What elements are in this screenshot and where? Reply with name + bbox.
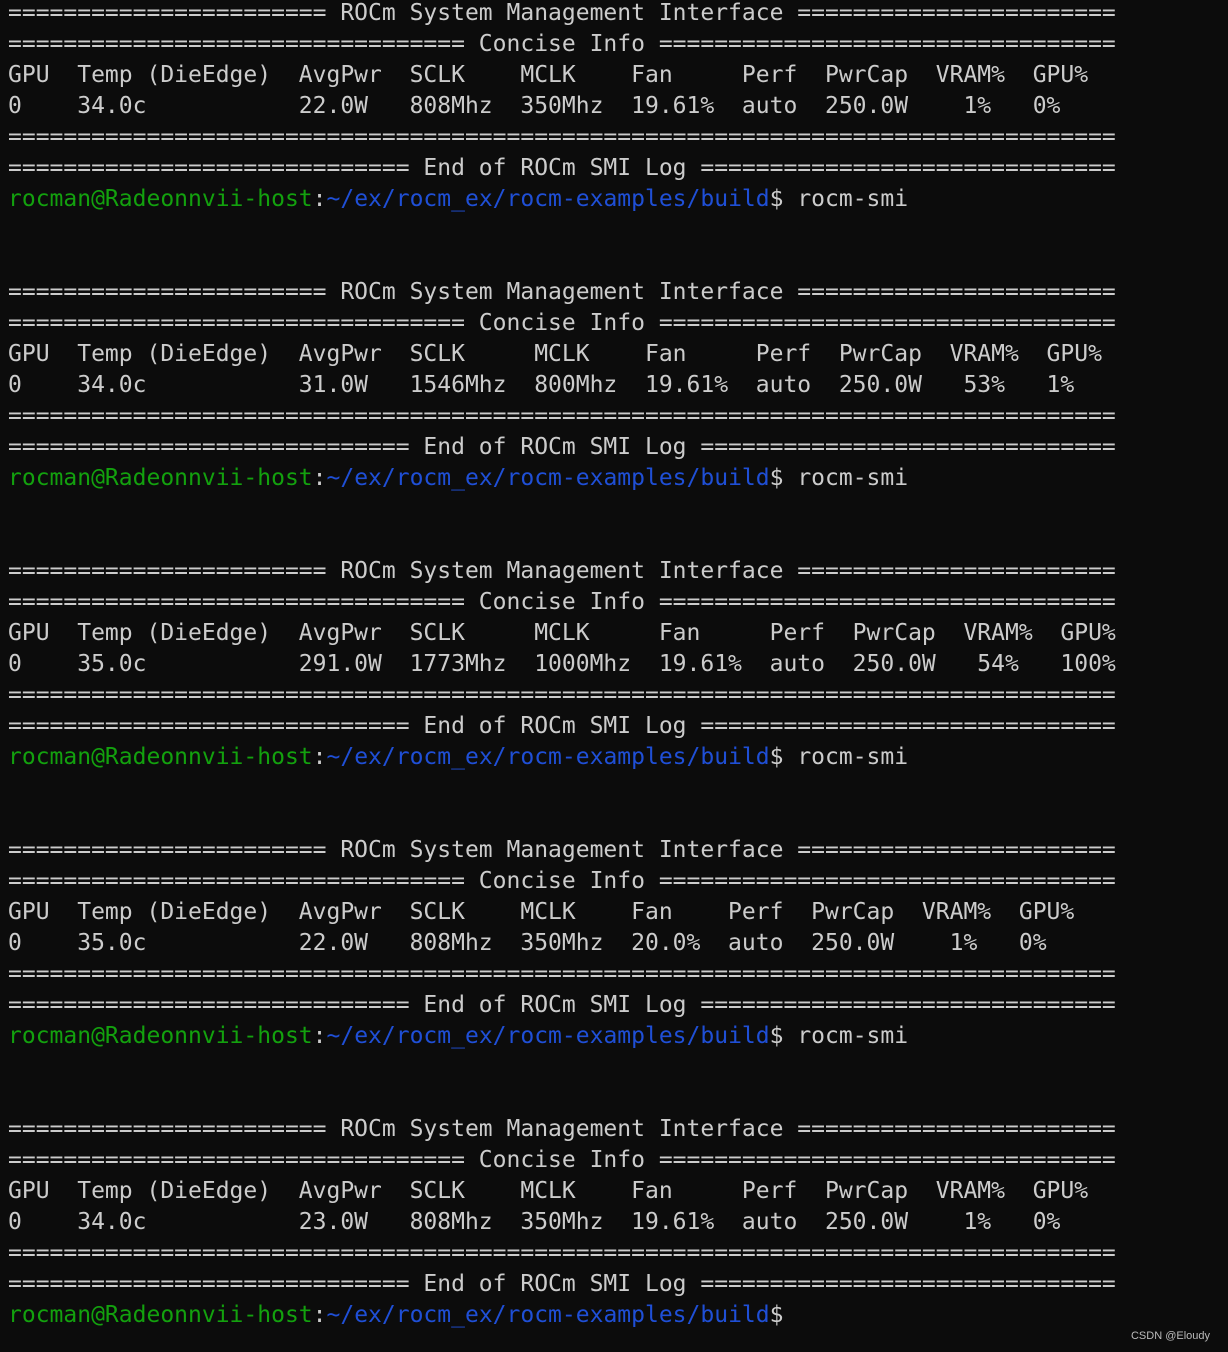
concise-info-line: ================================= Concis… <box>8 589 1116 615</box>
separator-line: ========================================… <box>8 682 1116 708</box>
shell-prompt-line: rocman@Radeonnvii-host:~/ex/rocm_ex/rocm… <box>8 463 1228 494</box>
concise-info-line: ================================= Concis… <box>8 868 1116 894</box>
prompt-path: ~/ex/rocm_ex/rocm-examples/build <box>326 1023 770 1049</box>
smi-header-line: ======================= ROCm System Mana… <box>8 0 1116 26</box>
shell-prompt-line: rocman@Radeonnvii-host:~/ex/rocm_ex/rocm… <box>8 1300 1228 1331</box>
prompt-path: ~/ex/rocm_ex/rocm-examples/build <box>326 744 770 770</box>
smi-header-line: ======================= ROCm System Mana… <box>8 837 1116 863</box>
prompt-dollar: $ <box>769 744 784 770</box>
shell-prompt-line: rocman@Radeonnvii-host:~/ex/rocm_ex/rocm… <box>8 742 1228 773</box>
table-header-row: GPU Temp (DieEdge) AvgPwr SCLK MCLK Fan … <box>8 62 1089 88</box>
command-text: rocm-smi <box>783 744 909 770</box>
smi-footer-line: ============================= End of ROC… <box>8 1271 1116 1297</box>
prompt-dollar: $ <box>769 186 784 212</box>
table-header-row: GPU Temp (DieEdge) AvgPwr SCLK MCLK Fan … <box>8 620 1116 646</box>
prompt-dollar: $ <box>769 1302 784 1328</box>
table-row: 0 34.0c 22.0W 808Mhz 350Mhz 19.61% auto … <box>8 93 1061 119</box>
concise-info-line: ================================= Concis… <box>8 1147 1116 1173</box>
prompt-colon: : <box>312 186 327 212</box>
command-text: rocm-smi <box>783 465 909 491</box>
prompt-user-host: rocman@Radeonnvii-host <box>8 186 313 212</box>
smi-footer-line: ============================= End of ROC… <box>8 992 1116 1018</box>
separator-line: ========================================… <box>8 961 1116 987</box>
table-row: 0 35.0c 291.0W 1773Mhz 1000Mhz 19.61% au… <box>8 651 1116 677</box>
prompt-user-host: rocman@Radeonnvii-host <box>8 744 313 770</box>
shell-prompt-line: rocman@Radeonnvii-host:~/ex/rocm_ex/rocm… <box>8 184 1228 215</box>
prompt-colon: : <box>312 465 327 491</box>
smi-footer-line: ============================= End of ROC… <box>8 155 1116 181</box>
smi-footer-line: ============================= End of ROC… <box>8 434 1116 460</box>
separator-line: ========================================… <box>8 124 1116 150</box>
separator-line: ========================================… <box>8 403 1116 429</box>
prompt-path: ~/ex/rocm_ex/rocm-examples/build <box>326 465 770 491</box>
command-text: rocm-smi <box>783 1023 909 1049</box>
prompt-path: ~/ex/rocm_ex/rocm-examples/build <box>326 186 770 212</box>
command-text: rocm-smi <box>783 186 909 212</box>
shell-prompt-line: rocman@Radeonnvii-host:~/ex/rocm_ex/rocm… <box>8 1021 1228 1052</box>
watermark: CSDN @Eloudy <box>1130 1330 1210 1342</box>
prompt-colon: : <box>312 744 327 770</box>
smi-footer-line: ============================= End of ROC… <box>8 713 1116 739</box>
smi-header-line: ======================= ROCm System Mana… <box>8 1116 1116 1142</box>
table-header-row: GPU Temp (DieEdge) AvgPwr SCLK MCLK Fan … <box>8 341 1102 367</box>
smi-header-line: ======================= ROCm System Mana… <box>8 279 1116 305</box>
prompt-colon: : <box>312 1302 327 1328</box>
prompt-path: ~/ex/rocm_ex/rocm-examples/build <box>326 1302 770 1328</box>
terminal-output[interactable]: ======================= ROCm System Mana… <box>8 0 1228 1331</box>
concise-info-line: ================================= Concis… <box>8 31 1116 57</box>
table-row: 0 35.0c 22.0W 808Mhz 350Mhz 20.0% auto 2… <box>8 930 1047 956</box>
table-header-row: GPU Temp (DieEdge) AvgPwr SCLK MCLK Fan … <box>8 1178 1089 1204</box>
prompt-dollar: $ <box>769 465 784 491</box>
concise-info-line: ================================= Concis… <box>8 310 1116 336</box>
table-header-row: GPU Temp (DieEdge) AvgPwr SCLK MCLK Fan … <box>8 899 1075 925</box>
prompt-dollar: $ <box>769 1023 784 1049</box>
prompt-colon: : <box>312 1023 327 1049</box>
table-row: 0 34.0c 31.0W 1546Mhz 800Mhz 19.61% auto… <box>8 372 1075 398</box>
prompt-user-host: rocman@Radeonnvii-host <box>8 1302 313 1328</box>
prompt-user-host: rocman@Radeonnvii-host <box>8 1023 313 1049</box>
separator-line: ========================================… <box>8 1240 1116 1266</box>
prompt-user-host: rocman@Radeonnvii-host <box>8 465 313 491</box>
smi-header-line: ======================= ROCm System Mana… <box>8 558 1116 584</box>
table-row: 0 34.0c 23.0W 808Mhz 350Mhz 19.61% auto … <box>8 1209 1061 1235</box>
